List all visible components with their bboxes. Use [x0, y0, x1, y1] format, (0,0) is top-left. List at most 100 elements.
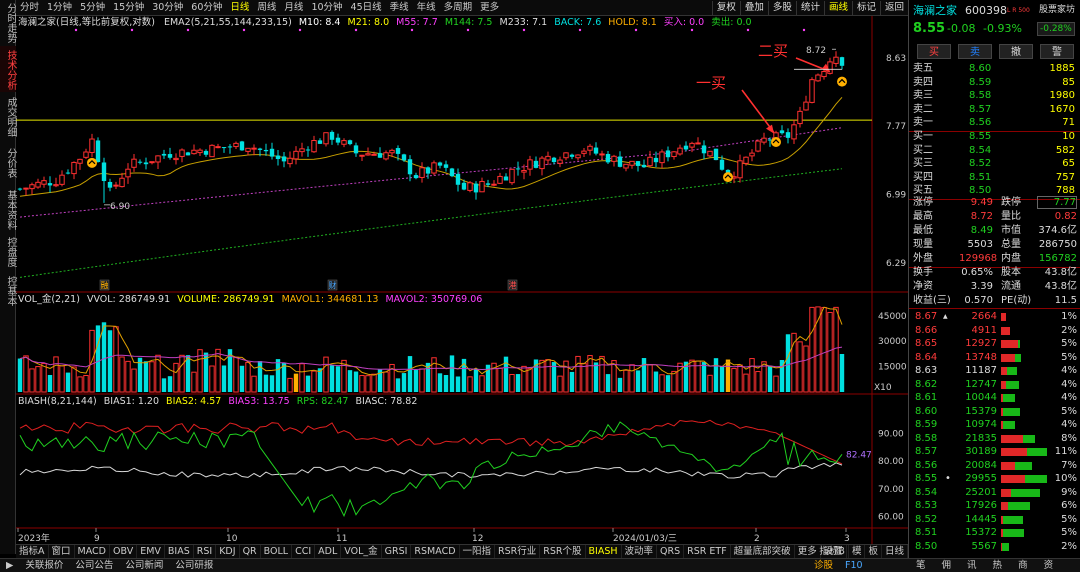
volume-bar	[251, 375, 257, 393]
candle	[335, 133, 341, 146]
candle	[635, 160, 641, 172]
candle	[143, 157, 149, 170]
indicator-tab-13[interactable]: GRSI	[382, 545, 412, 558]
stat-label: 最高	[913, 211, 933, 222]
cancel-button[interactable]: 撤	[999, 44, 1033, 59]
distribution-price: 8.52	[915, 513, 938, 525]
timeframe-4[interactable]: 30分钟	[148, 0, 187, 16]
timeframe-9[interactable]: 10分钟	[307, 0, 346, 16]
footer-icon-4[interactable]: 商	[1010, 559, 1036, 572]
distribution-row: 8.56 20084 7%	[909, 459, 1080, 473]
indicator-tab-8[interactable]: QR	[240, 545, 261, 558]
stat-value: 7.77	[1037, 196, 1077, 209]
timeframe-8[interactable]: 月线	[280, 0, 307, 16]
footer-icon-5[interactable]: 资	[1036, 559, 1062, 572]
indicator-tab-18[interactable]: BIASH	[586, 545, 622, 558]
distribution-price: 8.61	[915, 392, 938, 403]
timeframe-10[interactable]: 45日线	[347, 0, 386, 16]
indicator-tab-1[interactable]: 窗口	[49, 545, 75, 558]
bottom-right-tab-3[interactable]: 日线	[882, 545, 908, 558]
stat-value: 286750	[1038, 239, 1077, 250]
favorite-button[interactable]: 股票家坊	[1039, 4, 1075, 18]
left-tab-6[interactable]: 控基本	[0, 270, 16, 310]
left-tab-3[interactable]: 分价表	[0, 140, 16, 184]
indicator-tab-19[interactable]: 波动率	[622, 545, 658, 558]
distribution-price: 8.59	[915, 419, 938, 430]
timeframe-13[interactable]: 多周期	[440, 0, 477, 16]
indicator-tab-7[interactable]: KDJ	[216, 545, 240, 558]
status-link-2[interactable]: 公司新闻	[119, 559, 169, 572]
toolbar-button-5[interactable]: 标记	[851, 1, 880, 15]
candle	[203, 149, 209, 157]
status-link-0[interactable]: 关联报价	[19, 559, 69, 572]
toolbar-button-0[interactable]: 复权	[711, 1, 740, 15]
status-right-0[interactable]: 诊股	[808, 559, 839, 572]
footer-icon-2[interactable]: 讯	[959, 559, 985, 572]
indicator-tab-16[interactable]: RSR行业	[495, 545, 541, 558]
ask-volume: 1670	[1049, 103, 1075, 115]
distribution-pct: 5%	[1061, 527, 1077, 538]
toolbar-button-2[interactable]: 多股	[767, 1, 796, 15]
signal-dot	[746, 28, 750, 32]
indicator-tab-5[interactable]: BIAS	[165, 545, 194, 558]
left-tab-4[interactable]: 基本资料	[0, 186, 16, 232]
indicator-tab-3[interactable]: OBV	[110, 545, 138, 558]
candle	[317, 138, 323, 145]
timeframe-1[interactable]: 1分钟	[43, 0, 76, 16]
volume-bar	[65, 372, 71, 392]
indicator-tab-21[interactable]: RSR ETF	[684, 545, 731, 558]
status-link-1[interactable]: 公司公告	[69, 559, 119, 572]
indicator-tab-9[interactable]: BOLL	[261, 545, 293, 558]
indicator-tab-15[interactable]: 一阳指	[460, 545, 496, 558]
left-tab-2[interactable]: 成交明细	[0, 94, 16, 138]
timeframe-7[interactable]: 周线	[253, 0, 280, 16]
candle	[41, 176, 47, 188]
footer-icon-1[interactable]: 佣	[934, 559, 960, 572]
candle	[587, 143, 593, 156]
status-arrow-icon[interactable]: ▶	[0, 559, 19, 572]
indicator-tab-20[interactable]: QRS	[657, 545, 685, 558]
timeframe-6[interactable]: 日线	[226, 0, 253, 16]
indicator-tab-12[interactable]: VOL_金	[341, 545, 382, 558]
status-link-3[interactable]: 公司研报	[169, 559, 219, 572]
toolbar-button-4[interactable]: 画线	[823, 1, 852, 15]
indicator-tab-2[interactable]: MACD	[75, 545, 110, 558]
indicator-tab-14[interactable]: RSMACD	[411, 545, 460, 558]
indicator-tab-10[interactable]: CCI	[292, 545, 316, 558]
indicator-tab-6[interactable]: RSI	[194, 545, 217, 558]
bottom-right-tab-0[interactable]: 指标B	[816, 545, 849, 558]
indicator-tab-4[interactable]: EMV	[137, 545, 165, 558]
buy-button[interactable]: 买	[917, 44, 951, 59]
kline-chart[interactable]: 8.72 6.90 一买 二买融 财 港 8.63 7.77 6.99 6.29 45000 300…	[16, 16, 908, 554]
bottom-right-tab-1[interactable]: 模	[849, 545, 866, 558]
candle	[647, 150, 653, 168]
left-tab-strip: 分时走势技术分析成交明细分价表基本资料控盘度控基本	[0, 0, 16, 554]
left-tab-0[interactable]: 分时走势	[0, 0, 16, 44]
timeframe-3[interactable]: 15分钟	[109, 0, 148, 16]
distribution-pct: 7%	[1061, 459, 1077, 471]
left-tab-1[interactable]: 技术分析	[0, 46, 16, 92]
sell-button[interactable]: 卖	[958, 44, 992, 59]
vol-mavol1: MAVOL1: 344681.13	[281, 294, 379, 305]
status-right-1[interactable]: F10	[839, 559, 869, 572]
toolbar-button-6[interactable]: 返回	[879, 1, 908, 15]
bottom-right-tab-2[interactable]: 板	[865, 545, 882, 558]
indicator-tab-17[interactable]: RSR个股	[540, 545, 586, 558]
left-tab-5[interactable]: 控盘度	[0, 234, 16, 268]
timeframe-2[interactable]: 5分钟	[76, 0, 109, 16]
timeframe-0[interactable]: 分时	[16, 0, 43, 16]
date-tick: 2024/01/03/三	[613, 534, 677, 544]
footer-icon-3[interactable]: 热	[985, 559, 1011, 572]
indicator-tab-22[interactable]: 超量底部突破	[731, 545, 795, 558]
timeframe-5[interactable]: 60分钟	[187, 0, 226, 16]
alert-button[interactable]: 警	[1040, 44, 1074, 59]
volume-bar	[323, 356, 329, 393]
timeframe-11[interactable]: 季线	[386, 0, 413, 16]
timeframe-12[interactable]: 年线	[413, 0, 440, 16]
indicator-tab-11[interactable]: ADL	[315, 545, 342, 558]
toolbar-button-3[interactable]: 统计	[795, 1, 824, 15]
toolbar-button-1[interactable]: 叠加	[739, 1, 768, 15]
indicator-tab-0[interactable]: 指标A	[16, 545, 49, 558]
footer-icon-0[interactable]: 笔	[908, 559, 934, 572]
timeframe-14[interactable]: 更多	[476, 0, 503, 16]
